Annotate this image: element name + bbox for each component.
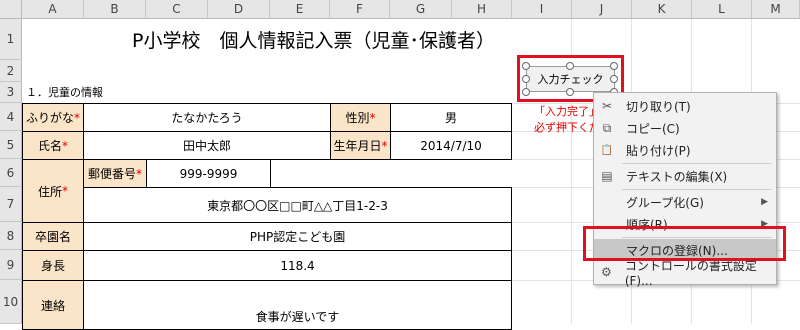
row-header-6[interactable]: 6 [0,159,22,187]
menu-item-label: コントロールの書式設定(F)... [624,258,757,288]
menu-item-edit-text[interactable]: ▤ テキストの編集(X) [594,165,776,187]
required-mark: * [62,184,68,198]
menu-item-label: テキストの編集(X) [626,169,728,184]
column-header-i[interactable]: I [512,0,572,19]
menu-separator [622,163,772,164]
contact-label-cell: 連絡 [22,280,84,330]
gender-value: 男 [444,111,457,125]
kindergarten-label: 卒園名 [34,230,71,244]
copy-icon: ⧉ [602,120,612,135]
row-header-7[interactable]: 7 [0,187,22,222]
menu-item-copy[interactable]: ⧉ コピー(C) [594,117,776,139]
name-value: 田中太郎 [182,139,231,153]
column-header-e[interactable]: E [270,0,330,19]
menu-separator [622,189,772,190]
required-mark: * [136,166,142,181]
resize-handle[interactable] [522,75,530,83]
postal-label: 郵便番号 [87,167,136,181]
menu-item-label: グループ化(G) [626,195,704,210]
row-header-5[interactable]: 5 [0,131,22,159]
column-header-f[interactable]: F [330,0,390,19]
address-label-cell: 住所 * [22,159,84,223]
postal-value-cell[interactable]: 999-9999 [146,159,271,188]
required-mark: * [62,138,68,153]
furigana-value-cell[interactable]: たなかたろう [83,103,331,132]
row-header-10[interactable]: 10 [0,280,22,324]
birth-value: 2014/7/10 [420,138,482,153]
address-value-cell[interactable]: 東京都〇〇区□□町△△丁目1-2-3 [83,187,512,223]
column-header-h[interactable]: H [452,0,512,19]
column-header-b[interactable]: B [84,0,146,19]
resize-handle[interactable] [566,88,574,96]
section-heading: １．児童の情報 [26,86,103,99]
scissors-icon: ✂ [601,99,613,113]
row-header-1[interactable]: 1 [0,19,22,60]
select-all-corner[interactable] [0,0,22,19]
paste-icon: 📋 [600,144,614,156]
name-value-cell[interactable]: 田中太郎 [83,131,331,160]
resize-handle[interactable] [566,62,574,70]
column-header-j[interactable]: J [572,0,632,19]
row-header-4[interactable]: 4 [0,103,22,131]
contact-label: 連絡 [40,298,65,313]
name-label-cell: 氏名 * [22,131,84,160]
column-header-d[interactable]: D [208,0,270,19]
edit-text-icon: ▤ [601,169,613,183]
contact-value: 食事が遅いです [255,310,340,324]
height-value-cell[interactable]: 118.4 [83,250,512,281]
height-label: 身長 [40,259,65,273]
column-header-m[interactable]: M [752,0,800,19]
form-title: P小学校 個人情報記入票（児童･保護者） [132,30,495,52]
column-header-c[interactable]: C [146,0,208,19]
kindergarten-label-cell: 卒園名 [22,222,84,251]
column-header-l[interactable]: L [692,0,752,19]
menu-item-paste[interactable]: 📋 貼り付け(P) [594,139,776,161]
input-check-label: 入力チェック [537,73,604,86]
birth-label-cell: 生年月日 * [330,131,391,160]
menu-item-label: 貼り付け(P) [626,143,691,158]
submenu-arrow-icon: ▶ [761,197,768,207]
furigana-value: たなかたろう [171,111,243,125]
column-header-k[interactable]: K [632,0,692,19]
furigana-label-cell: ふりがな * [22,103,84,132]
postal-label-cell: 郵便番号 * [83,159,147,188]
menu-item-label: コピー(C) [626,121,680,136]
resize-handle[interactable] [610,75,618,83]
birth-label: 生年月日 [333,139,382,153]
menu-item-cut[interactable]: ✂ 切り取り(T) [594,95,776,117]
required-mark: * [369,110,376,125]
furigana-label: ふりがな [25,111,74,125]
macro-item-highlight [583,226,786,261]
row-header-9[interactable]: 9 [0,250,22,280]
birth-value-cell[interactable]: 2014/7/10 [390,131,512,160]
required-mark: * [74,110,80,125]
menu-item-format-control[interactable]: ⚙ コントロールの書式設定(F)... [594,259,776,288]
required-mark: * [381,138,388,153]
column-header-g[interactable]: G [390,0,452,19]
kindergarten-value: PHP認定こども園 [249,230,346,244]
row-header-3[interactable]: 3 [0,82,22,103]
resize-handle[interactable] [610,62,618,70]
address-value: 東京都〇〇区□□町△△丁目1-2-3 [207,198,388,213]
contact-value-cell[interactable]: 食事が遅いです [83,280,512,330]
menu-item-group[interactable]: グループ化(G) ▶ [594,191,776,213]
menu-item-label: 切り取り(T) [626,99,691,114]
row-header-2[interactable]: 2 [0,60,22,82]
height-label-cell: 身長 [22,250,84,281]
address-label: 住所 [37,184,62,199]
column-header-a[interactable]: A [22,0,84,19]
resize-handle[interactable] [522,62,530,70]
row-header-8[interactable]: 8 [0,222,22,250]
kindergarten-value-cell[interactable]: PHP認定こども園 [83,222,512,251]
postal-value: 999-9999 [179,166,238,181]
height-value: 118.4 [280,258,315,273]
format-control-icon: ⚙ [601,265,612,279]
gender-label-cell: 性別 * [330,103,391,132]
gender-label: 性別 [345,111,370,125]
resize-handle[interactable] [522,88,530,96]
name-label: 氏名 [37,139,62,153]
gender-value-cell[interactable]: 男 [390,103,512,132]
